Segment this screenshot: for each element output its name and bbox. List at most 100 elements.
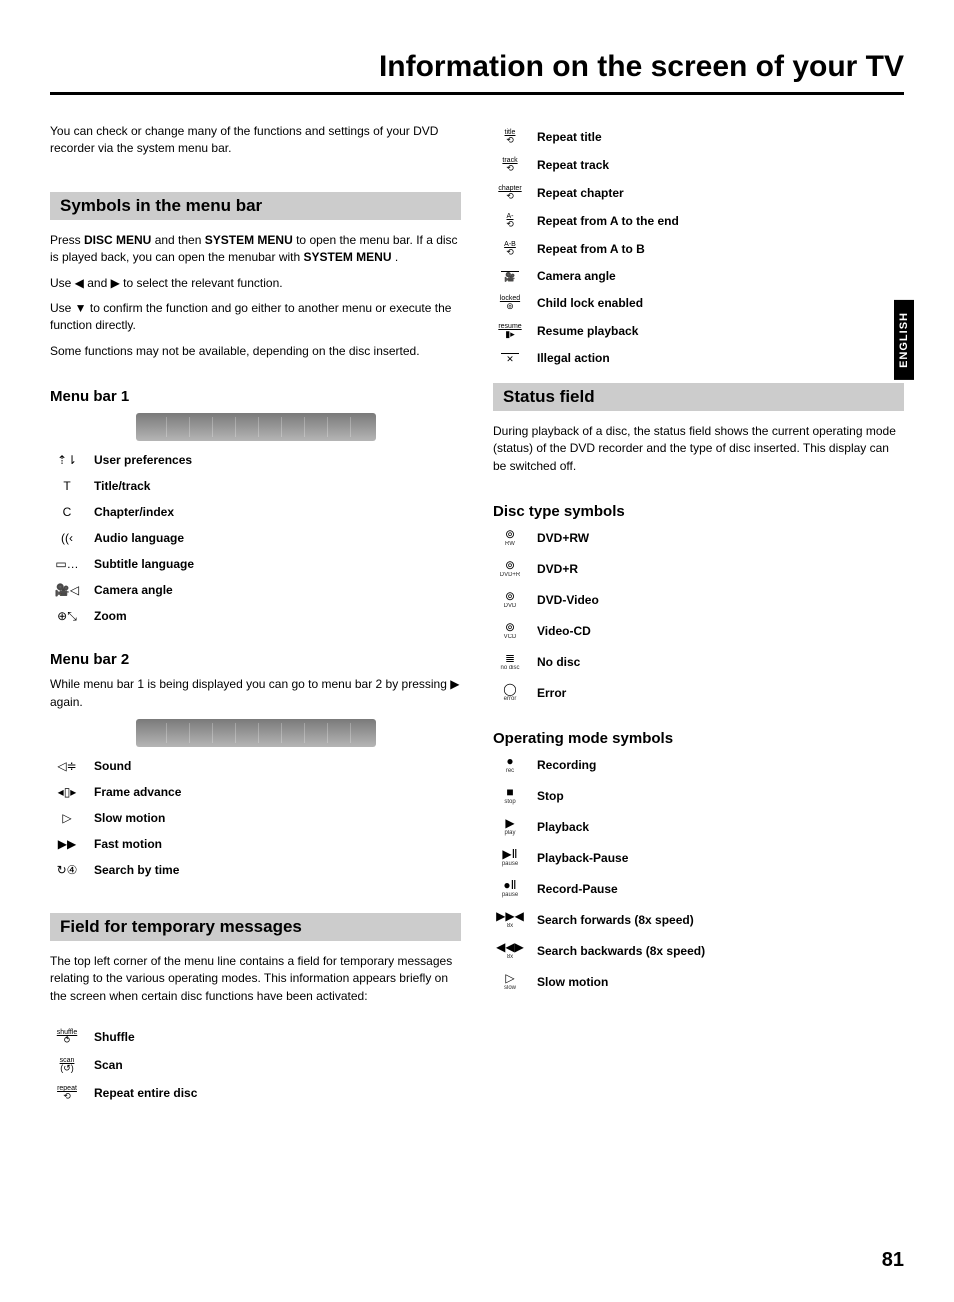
icon-item-label: Playback-Pause [537,851,628,865]
left-column: You can check or change many of the func… [50,123,461,1113]
message-icon: shuffle⥀ [50,1029,84,1045]
icon-glyph: ▷ [505,972,514,984]
icon-sub: rec [506,768,514,774]
msg-icon-bot: ✕ [506,355,514,364]
icon-glyph: ▶▶ [58,838,76,850]
field-temp-intro: The top left corner of the menu line con… [50,953,461,1005]
symbol-icon: ●rec [493,755,527,774]
icon-item: shuffle⥀ Shuffle [50,1029,461,1045]
icon-item-label: Camera angle [537,269,616,283]
symbol-icon: ◂▯▸ [50,786,84,798]
icon-item-label: Slow motion [94,811,165,825]
message-icon: title⟲ [493,129,527,145]
icon-sub: VCD [504,634,517,640]
section-symbols-title: Symbols in the menu bar [50,192,461,220]
symbol-icon: ▶▶◀8x [493,910,527,929]
icon-glyph: ((‹ [61,532,73,544]
icon-glyph: ⇡⇂ [57,454,77,466]
symbol-icon: ■stop [493,786,527,805]
icon-item-label: Title/track [94,479,150,493]
symbol-icon: ◀◀▶8x [493,941,527,960]
icon-sub: no disc [500,665,519,671]
icon-item-label: Playback [537,820,589,834]
icon-glyph: ◂▯▸ [58,786,77,798]
menu-bar1-list: ⇡⇂User preferencesTTitle/trackCChapter/i… [50,453,461,623]
symbol-icon: ((‹ [50,532,84,544]
icon-item: A-⟲Repeat from A to the end [493,213,904,229]
message-icon: repeat⟲ [50,1085,84,1101]
icon-item: ■stopStop [493,786,904,805]
symbol-icon: ▶▶ [50,838,84,850]
menu-bar2-list: ◁≑Sound◂▯▸Frame advance▷Slow motion▶▶Fas… [50,759,461,877]
icon-item: 🎥 Camera angle [493,269,904,283]
icon-item: ⊚RWDVD+RW [493,528,904,547]
page-number: 81 [882,1249,904,1272]
message-icon: ✕ [493,353,527,364]
icon-item: ▶play Playback [493,817,904,836]
icon-item-label: Shuffle [94,1030,135,1044]
symbol-icon: ≣no disc [493,652,527,671]
disc-types-list: ⊚RWDVD+RW ⊚DVD+RDVD+R ⊚DVD DVD-Video ⊚ VCD Vid… [493,528,904,702]
icon-glyph: ● [506,755,513,767]
symbol-icon: ◁≑ [50,760,84,772]
msg-icon-bot: ⟲ [63,1092,71,1101]
icon-glyph: ▶ [505,817,514,829]
p1b: and then [151,233,204,247]
symbols-p4: Some functions may not be available, dep… [50,343,461,360]
icon-glyph: 🎥◁ [55,584,79,596]
icon-item-label: Repeat title [537,130,602,144]
icon-sub: 8x [507,954,513,960]
icon-item-label: Search backwards (8x speed) [537,944,705,958]
symbol-icon: ▷slow [493,972,527,991]
symbol-icon: 🎥◁ [50,584,84,596]
msg-icon-bot: ⟲ [506,136,514,145]
message-icon: track⟲ [493,157,527,173]
icon-glyph: ●Ⅱ [503,879,516,891]
p1d: . [392,250,399,264]
icon-item: ⊕⤡Zoom [50,609,461,623]
icon-glyph: ■ [506,786,513,798]
icon-item-label: DVD-Video [537,593,599,607]
symbol-icon: ⊚DVD [493,590,527,609]
icon-item-label: Video-CD [537,624,591,638]
symbol-icon: ▶play [493,817,527,836]
icon-item: ▷slow Slow motion [493,972,904,991]
icon-item-label: Search forwards (8x speed) [537,913,694,927]
p1a: Press [50,233,84,247]
op-mode-list: ●recRecording■stopStop▶playPlayback▶Ⅱpau… [493,755,904,991]
icon-item: resume▮▸Resume playback [493,323,904,339]
symbols-p2: Use ◀ and ▶ to select the relevant funct… [50,275,461,292]
icon-glyph: ⊚ [505,559,515,571]
icon-item: title⟲ Repeat title [493,129,904,145]
icon-item-label: Slow motion [537,975,608,989]
icon-item: ◂▯▸Frame advance [50,785,461,799]
icon-item: 🎥◁Camera angle [50,583,461,597]
icon-item: ◁≑ Sound [50,759,461,773]
icon-sub: DVD+R [500,572,521,578]
icon-sub: stop [504,799,515,805]
icon-sub: pause [502,892,518,898]
icon-glyph: ⊚ [505,528,515,540]
icon-item: ⊚DVD DVD-Video [493,590,904,609]
icon-sub: RW [505,541,515,547]
msg-icon-bot: ⟲ [506,220,514,229]
symbol-icon: ▶Ⅱpause [493,848,527,867]
msg-icon-bot: 🎥 [504,273,515,282]
symbol-icon: ↻④ [50,864,84,876]
icon-item: ((‹Audio language [50,531,461,545]
icon-item: T Title/track [50,479,461,493]
icon-item-label: No disc [537,655,580,669]
icon-item: ≣no disc No disc [493,652,904,671]
symbol-icon: ⊚DVD+R [493,559,527,578]
symbols-p3: Use ▼ to confirm the function and go eit… [50,300,461,335]
icon-glyph: T [63,480,70,492]
menu-bar1-heading: Menu bar 1 [50,388,461,405]
icon-glyph: ◯ [503,683,516,695]
kw-system-menu: SYSTEM MENU [205,233,293,247]
icon-glyph: ▶▶◀ [496,910,524,922]
icon-item: ▶▶◀8x Search forwards (8x speed) [493,910,904,929]
symbol-icon: ▷ [50,812,84,824]
icon-sub: pause [502,861,518,867]
icon-item-label: Sound [94,759,131,773]
symbol-icon: ⇡⇂ [50,454,84,466]
